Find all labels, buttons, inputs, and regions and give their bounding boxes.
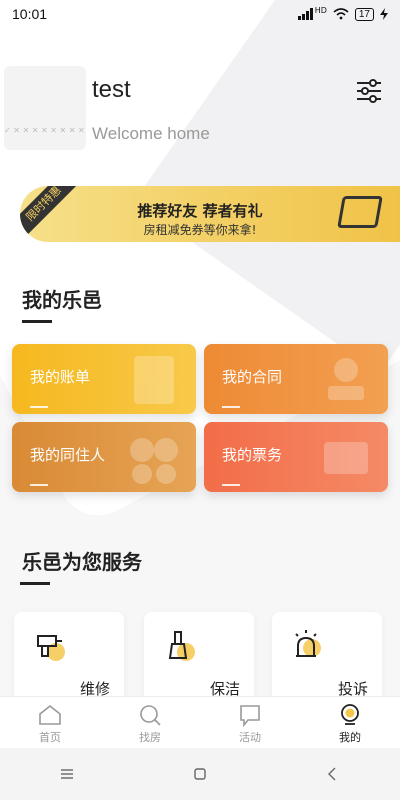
tab-label: 活动 [239,731,261,744]
avatar-caption: ✓ ✕ ✕ ✕ ✕ ✕ ✕ ✕ ✕ ✓ ✕ [4,126,86,135]
tab-home[interactable]: 首页 [0,697,100,748]
service-repair[interactable]: 维修 [14,612,124,708]
profile-icon [341,704,359,725]
system-nav-bar [0,748,400,800]
card-dash [30,406,48,408]
wifi-icon [333,8,349,20]
flag-icon [240,705,260,727]
status-bar: 10:01 HD 17 [0,0,400,28]
alarm-icon [295,630,321,657]
home-icon [39,704,61,725]
signal-icon [297,8,313,20]
service-complaint[interactable]: 投诉 [272,612,382,708]
people-icon [130,438,178,484]
status-time: 10:01 [12,6,48,22]
bill-icon [134,356,174,404]
tab-label: 首页 [39,731,61,744]
broom-icon [168,631,195,661]
search-icon [140,705,161,726]
tab-label: 找房 [139,731,161,744]
card-my-contract[interactable]: 我的合同 [204,344,388,414]
username: test [92,76,131,103]
bottom-tab-bar: 首页 找房 活动 我的 [0,696,400,748]
promo-banner[interactable]: 限时特惠 推荐好友 荐者有礼 房租减免券等你来拿! [20,186,400,242]
battery-icon: 17 [354,7,374,21]
tab-activity[interactable]: 活动 [200,697,300,748]
ticket-icon [337,196,383,228]
card-label: 我的票务 [222,446,283,464]
card-label: 我的合同 [222,368,283,386]
charging-icon [380,8,388,20]
service-cleaning[interactable]: 保洁 [144,612,254,708]
drill-icon [37,635,65,661]
section-title-service: 乐邑为您服务 [22,550,142,574]
section-underline [22,320,52,323]
card-my-bill[interactable]: 我的账单 [12,344,196,414]
card-my-tickets[interactable]: 我的票务 [204,422,388,492]
tab-find-house[interactable]: 找房 [100,697,200,748]
tab-label: 我的 [339,731,361,744]
stamp-icon [328,358,364,400]
card-label: 我的同住人 [30,446,106,464]
menu-icon[interactable] [59,766,75,782]
back-icon[interactable] [325,766,341,782]
card-label: 我的账单 [30,368,91,386]
card-dash [30,484,48,486]
home-square-icon[interactable] [192,766,208,782]
network-label: HD [314,5,327,15]
section-title-my: 我的乐邑 [22,288,102,312]
avatar[interactable]: ✓ ✕ ✕ ✕ ✕ ✕ ✕ ✕ ✕ ✓ ✕ [4,66,86,150]
ticket-icon [324,442,368,474]
settings-icon[interactable] [354,76,384,106]
tab-mine[interactable]: 我的 [300,697,400,748]
welcome-text: Welcome home [92,124,210,143]
card-my-roommates[interactable]: 我的同住人 [12,422,196,492]
card-dash [222,406,240,408]
section-underline [20,582,50,585]
card-dash [222,484,240,486]
